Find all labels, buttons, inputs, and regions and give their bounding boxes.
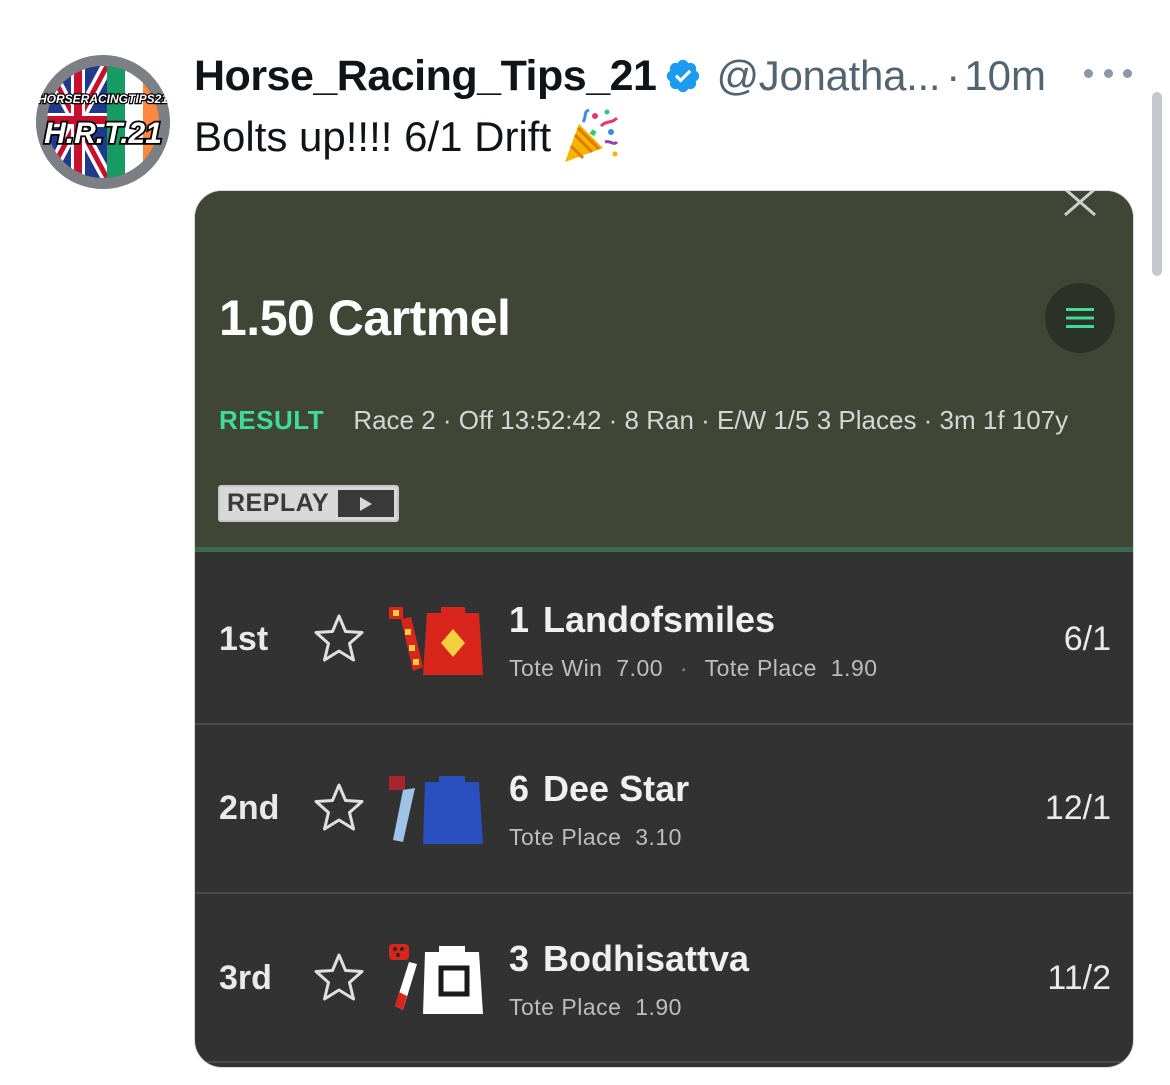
close-icon[interactable] <box>1061 190 1099 219</box>
tote-value: 1.90 <box>635 994 682 1020</box>
jockey-silks-icon <box>389 607 483 675</box>
runner-name[interactable]: 6 Dee Star <box>509 768 689 810</box>
result-label: RESULT <box>219 405 325 435</box>
tweet-header: Horse_Racing_Tips_21 @Jonatha... · 10m <box>194 48 1046 104</box>
runner-number: 1 <box>509 599 530 640</box>
tote-info: Tote Place 1.90 <box>509 994 682 1021</box>
play-icon <box>338 490 394 517</box>
jockey-silks-icon <box>389 944 483 1014</box>
tote-label: Tote Place <box>509 824 622 850</box>
runner-divider <box>195 1061 1133 1063</box>
runner-name[interactable]: 3 Bodhisattva <box>509 938 749 980</box>
horse-name: Landofsmiles <box>543 599 776 640</box>
party-popper-icon <box>565 108 619 162</box>
separator-dot: · <box>946 52 961 99</box>
timestamp[interactable]: 10m <box>964 52 1046 100</box>
display-name[interactable]: Horse_Racing_Tips_21 <box>194 52 657 101</box>
handle[interactable]: @Jonatha... <box>716 52 940 100</box>
scrollbar[interactable] <box>1152 92 1162 276</box>
avatar-main-text: H.R.T.21 <box>44 117 162 150</box>
tote-separator: · <box>679 655 689 681</box>
menu-button[interactable] <box>1045 283 1115 353</box>
tote-info: Tote Win 7.00 · Tote Place 1.90 <box>509 655 878 682</box>
finish-position: 3rd <box>219 958 272 997</box>
tweet-body: Bolts up!!!! 6/1 Drift <box>194 113 552 160</box>
runner-name[interactable]: 1 Landofsmiles <box>509 599 775 641</box>
runner-row[interactable]: 2nd 6 Dee Star Tote Place 3.10 12/1 <box>195 724 1133 892</box>
replay-label: REPLAY <box>227 489 330 517</box>
jockey-silks-icon <box>389 776 483 844</box>
hamburger-menu-icon <box>1066 308 1094 328</box>
tote-value: 1.90 <box>830 655 878 681</box>
verified-badge-icon[interactable] <box>664 57 702 95</box>
race-meta: Race 2 · Off 13:52:42 · 8 Ran · E/W 1/5 … <box>353 405 1069 435</box>
tote-label: Tote Place <box>704 655 817 681</box>
runner-number: 3 <box>509 938 530 979</box>
race-header: 1.50 Cartmel RESULT Race 2 · Off 13:52:4… <box>195 190 1133 551</box>
tweet-text: Bolts up!!!! 6/1 Drift <box>194 108 619 166</box>
tote-label: Tote Place <box>509 994 622 1020</box>
star-icon[interactable] <box>313 782 365 832</box>
finish-position: 1st <box>219 619 269 658</box>
horse-name: Dee Star <box>543 768 690 809</box>
more-options-icon[interactable] <box>1084 56 1132 90</box>
avatar-top-text: HORSERACINGTIPS21 <box>38 92 168 106</box>
horse-name: Bodhisattva <box>543 938 750 979</box>
runner-row[interactable]: 1st 1 Landofsmiles Tote Win 7.00 · Tote P… <box>195 555 1133 723</box>
odds: 12/1 <box>1044 788 1111 827</box>
race-result-card[interactable]: 1.50 Cartmel RESULT Race 2 · Off 13:52:4… <box>194 190 1134 1068</box>
runner-number: 6 <box>509 768 530 809</box>
avatar[interactable]: HORSERACINGTIPS21 H.R.T.21 <box>36 55 170 189</box>
odds: 11/2 <box>1047 958 1111 997</box>
replay-button[interactable]: REPLAY <box>218 485 399 522</box>
tote-value: 3.10 <box>635 824 682 850</box>
finish-position: 2nd <box>219 788 280 827</box>
star-icon[interactable] <box>313 613 365 663</box>
runner-row[interactable]: 3rd 3 Bodhisattva Tote Place 1.90 11/2 <box>195 894 1133 1062</box>
star-icon[interactable] <box>313 952 365 1002</box>
odds: 6/1 <box>1063 619 1111 658</box>
race-title: 1.50 Cartmel <box>219 290 511 346</box>
avatar-logo: HORSERACINGTIPS21 H.R.T.21 <box>36 55 170 189</box>
header-divider <box>195 547 1133 552</box>
tote-label: Tote Win <box>509 655 603 681</box>
tote-value: 7.00 <box>616 655 664 681</box>
tote-info: Tote Place 3.10 <box>509 824 682 851</box>
result-row: RESULT Race 2 · Off 13:52:42 · 8 Ran · E… <box>219 405 1068 436</box>
